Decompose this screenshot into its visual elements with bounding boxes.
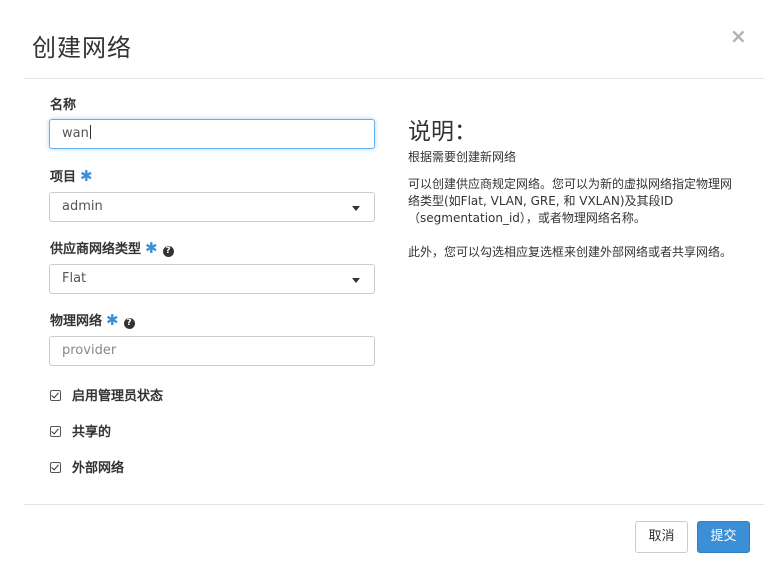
description-paragraph: 可以创建供应商规定网络。您可以为新的虚拟网络指定物理网络类型(如Flat, VL… bbox=[408, 176, 738, 227]
checkbox-admin-state[interactable]: 启用管理员状态 bbox=[50, 385, 163, 404]
provider-type-label: 供应商网络类型 ✱? bbox=[50, 238, 174, 257]
footer-divider bbox=[24, 504, 764, 505]
name-input-value: wan bbox=[62, 126, 89, 141]
physical-network-input-value: provider bbox=[62, 343, 117, 358]
project-label-text: 项目 bbox=[50, 170, 77, 185]
description-text: 此外，您可以勾选相应复选框来创建外部网络或者共享网络。 bbox=[408, 245, 733, 259]
provider-type-label-text: 供应商网络类型 bbox=[50, 242, 142, 257]
help-icon[interactable]: ? bbox=[123, 318, 135, 329]
checkbox-label: 启用管理员状态 bbox=[72, 389, 164, 404]
physical-network-label: 物理网络 ✱? bbox=[50, 310, 135, 329]
name-input[interactable]: wan bbox=[49, 119, 375, 149]
description-text: 根据需要创建新网络 bbox=[408, 150, 517, 164]
description-paragraph: 根据需要创建新网络 bbox=[408, 149, 738, 166]
provider-type-select-value: Flat bbox=[62, 271, 87, 286]
checkbox-label: 共享的 bbox=[72, 425, 112, 440]
submit-button[interactable]: 提交 bbox=[697, 521, 750, 553]
checkbox-checked-icon[interactable] bbox=[50, 390, 61, 401]
project-select[interactable]: admin bbox=[49, 192, 375, 222]
required-asterisk-icon: ✱ bbox=[106, 311, 119, 329]
cancel-button[interactable]: 取消 bbox=[635, 521, 688, 553]
modal-title: 创建网络 bbox=[32, 34, 132, 62]
provider-type-select[interactable]: Flat bbox=[49, 264, 375, 294]
required-asterisk-icon: ✱ bbox=[145, 239, 158, 257]
chevron-down-icon bbox=[352, 278, 360, 283]
name-label-text: 名称 bbox=[50, 98, 77, 113]
checkbox-external-network[interactable]: 外部网络 bbox=[50, 457, 124, 476]
required-asterisk-icon: ✱ bbox=[80, 167, 93, 185]
header-divider bbox=[24, 78, 764, 79]
description-paragraph: 此外，您可以勾选相应复选框来创建外部网络或者共享网络。 bbox=[408, 244, 738, 261]
description-title: 说明： bbox=[408, 119, 477, 145]
close-icon[interactable]: × bbox=[730, 26, 747, 46]
physical-network-label-text: 物理网络 bbox=[50, 314, 103, 329]
project-select-value: admin bbox=[62, 199, 103, 214]
checkbox-shared[interactable]: 共享的 bbox=[50, 421, 111, 440]
project-label: 项目 ✱ bbox=[50, 166, 93, 185]
name-label: 名称 bbox=[50, 94, 76, 113]
checkbox-label: 外部网络 bbox=[72, 461, 125, 476]
description-text: 可以创建供应商规定网络。您可以为新的虚拟网络指定物理网络类型(如Flat, VL… bbox=[408, 177, 733, 225]
help-icon[interactable]: ? bbox=[162, 246, 174, 257]
text-cursor bbox=[89, 125, 91, 139]
physical-network-input[interactable]: provider bbox=[49, 336, 375, 366]
checkbox-checked-icon[interactable] bbox=[50, 426, 61, 437]
checkbox-checked-icon[interactable] bbox=[50, 462, 61, 473]
modal-header: 创建网络 × bbox=[0, 0, 764, 78]
chevron-down-icon bbox=[352, 206, 360, 211]
